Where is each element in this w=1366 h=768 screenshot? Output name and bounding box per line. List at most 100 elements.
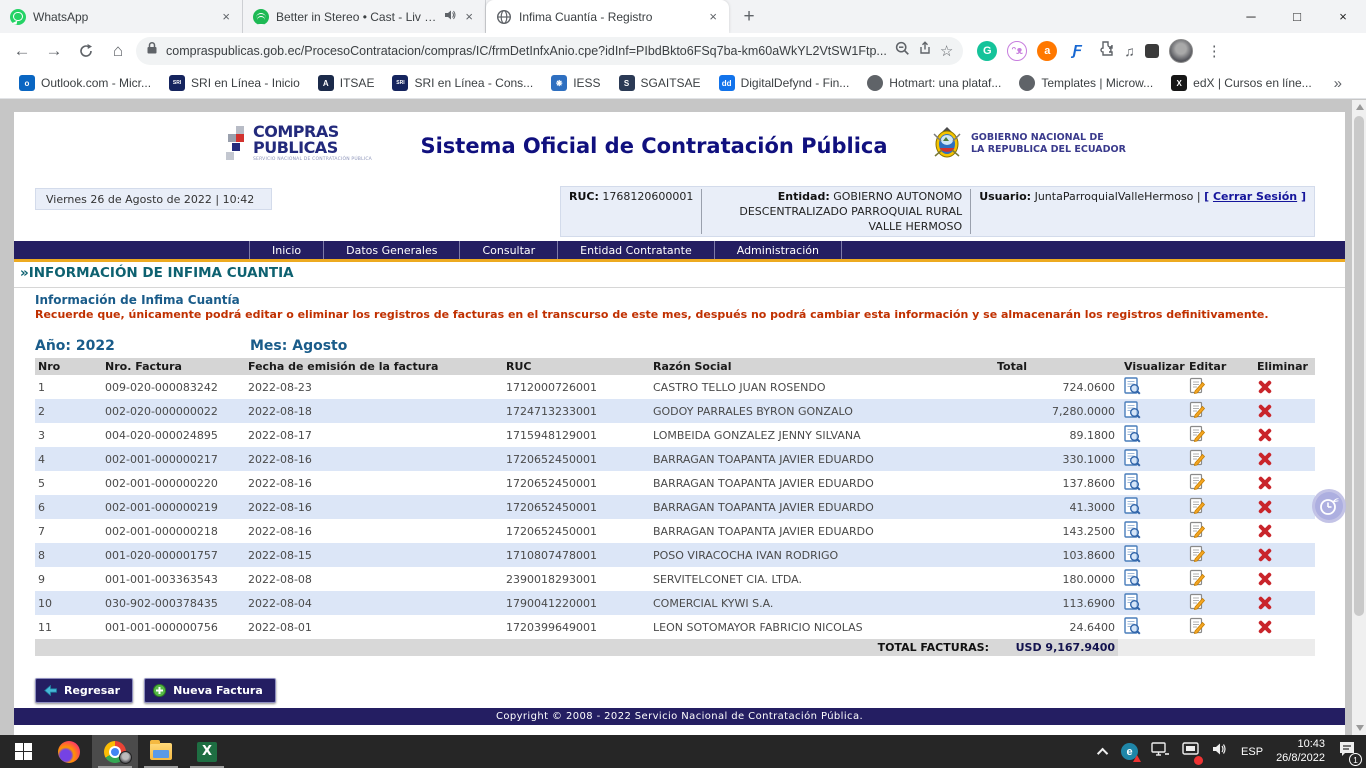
delete-icon[interactable] [1257,403,1273,419]
visualize-icon[interactable] [1124,521,1141,542]
nav-item-datos-generales[interactable]: Datos Generales [323,241,459,259]
taskbar-clock[interactable]: 10:43 26/8/2022 [1276,738,1325,766]
scroll-up-arrow[interactable] [1356,104,1364,110]
new-tab-button[interactable]: + [735,3,763,31]
edit-icon[interactable] [1189,617,1206,638]
bookmark-sri[interactable]: SRISRI en Línea - Cons... [383,68,542,98]
floating-timer-widget[interactable] [1312,489,1346,523]
visualize-icon[interactable] [1124,425,1141,446]
bookmark-outlook[interactable]: oOutlook.com - Micr... [10,68,160,98]
edit-icon[interactable] [1189,569,1206,590]
grammarly-extension-icon[interactable]: G [977,41,997,61]
maximize-button[interactable]: □ [1274,0,1320,33]
scrollbar-thumb[interactable] [1354,116,1364,616]
extensions-puzzle-icon[interactable] [1097,40,1114,62]
nav-item-administración[interactable]: Administración [714,241,842,259]
language-indicator[interactable]: ESP [1241,746,1263,758]
delete-icon[interactable] [1257,451,1273,467]
reload-button[interactable] [72,37,100,65]
edit-icon[interactable] [1189,377,1206,398]
forward-button[interactable]: → [40,37,68,65]
close-tab-icon[interactable]: × [463,9,475,24]
volume-tray-icon[interactable] [1212,742,1228,761]
darkreader-extension-icon[interactable] [1145,44,1159,58]
nav-item-entidad-contratante[interactable]: Entidad Contratante [557,241,714,259]
bookmark-sri[interactable]: SRISRI en Línea - Inicio [160,68,309,98]
visualize-icon[interactable] [1124,377,1141,398]
visualize-icon[interactable] [1124,401,1141,422]
visualize-icon[interactable] [1124,593,1141,614]
delete-icon[interactable] [1257,427,1273,443]
close-window-button[interactable]: × [1320,0,1366,33]
scrollbar[interactable] [1352,100,1366,735]
tab-infima-cuantia[interactable]: Infima Cuantía - Registro × [486,0,729,33]
delete-icon[interactable] [1257,475,1273,491]
close-tab-icon[interactable]: × [220,9,232,24]
taskbar-explorer[interactable] [138,735,184,768]
taskbar-chrome[interactable] [92,735,138,768]
edit-icon[interactable] [1189,521,1206,542]
flag-extension-icon[interactable]: Ƒ [1067,41,1087,61]
taskbar-firefox[interactable] [46,735,92,768]
bookmark-edx[interactable]: XedX | Cursos en líne... [1162,68,1321,98]
edit-icon[interactable] [1189,425,1206,446]
network-tray-icon[interactable] [1151,741,1169,762]
music-extension-icon[interactable]: ♫ [1124,43,1135,59]
paw-extension-icon[interactable]: ᵔᴥ [1007,41,1027,61]
bookmark-globe[interactable]: Hotmart: una plataf... [858,68,1010,98]
edit-icon[interactable] [1189,497,1206,518]
browser-menu-icon[interactable]: ⋮ [1203,42,1226,60]
back-button[interactable]: ← [8,37,36,65]
bookmark-sgaitsae[interactable]: SSGAITSAE [610,68,710,98]
edit-icon[interactable] [1189,593,1206,614]
delete-icon[interactable] [1257,595,1273,611]
visualize-icon[interactable] [1124,449,1141,470]
bookmark-dd[interactable]: ddDigitalDefynd - Fin... [710,68,859,98]
delete-icon[interactable] [1257,571,1273,587]
notification-center-icon[interactable]: 1 [1338,741,1356,762]
edit-icon[interactable] [1189,545,1206,566]
bookmarks-overflow-icon[interactable]: » [1334,75,1356,92]
bookmark-globe[interactable]: Templates | Microw... [1010,68,1162,98]
bookmark-star-icon[interactable]: ☆ [940,42,953,60]
home-button[interactable]: ⌂ [104,37,132,65]
tab-audio-icon[interactable] [444,9,456,24]
lock-icon[interactable] [146,41,158,60]
nav-item-inicio[interactable]: Inicio [249,241,323,259]
nav-item-consultar[interactable]: Consultar [459,241,557,259]
minimize-button[interactable]: ─ [1228,0,1274,33]
delete-icon[interactable] [1257,619,1273,635]
back-page-button[interactable]: Regresar [35,678,133,703]
delete-icon[interactable] [1257,523,1273,539]
delete-icon[interactable] [1257,499,1273,515]
edit-icon[interactable] [1189,449,1206,470]
delete-icon[interactable] [1257,547,1273,563]
antivirus-tray-icon[interactable]: e [1121,743,1138,760]
scroll-down-arrow[interactable] [1356,725,1364,731]
close-tab-icon[interactable]: × [707,9,719,24]
visualize-icon[interactable] [1124,569,1141,590]
zoom-out-icon[interactable] [895,41,910,61]
visualize-icon[interactable] [1124,497,1141,518]
bookmark-itsae[interactable]: AITSAE [309,68,384,98]
logout-link[interactable]: [ Cerrar Sesión ] [1204,190,1306,203]
visualize-icon[interactable] [1124,473,1141,494]
visualize-icon[interactable] [1124,545,1141,566]
action-center-tray-icon[interactable] [1182,742,1199,762]
profile-avatar[interactable] [1169,39,1193,63]
edit-icon[interactable] [1189,473,1206,494]
edit-icon[interactable] [1189,401,1206,422]
avast-extension-icon[interactable]: a [1037,41,1057,61]
share-icon[interactable] [918,41,932,60]
tray-chevron-icon[interactable] [1097,747,1108,758]
bookmark-iess[interactable]: ❋IESS [542,68,609,98]
start-button[interactable] [0,735,46,768]
tab-spotify[interactable]: Better in Stereo • Cast - Liv an × [243,0,486,33]
tab-whatsapp[interactable]: WhatsApp × [0,0,243,33]
visualize-icon[interactable] [1124,617,1141,638]
address-bar[interactable]: compraspublicas.gob.ec/ProcesoContrataci… [136,37,963,65]
visualize-cell [1118,449,1183,470]
delete-icon[interactable] [1257,379,1273,395]
new-invoice-button[interactable]: Nueva Factura [144,678,276,703]
taskbar-excel[interactable]: X [184,735,230,768]
